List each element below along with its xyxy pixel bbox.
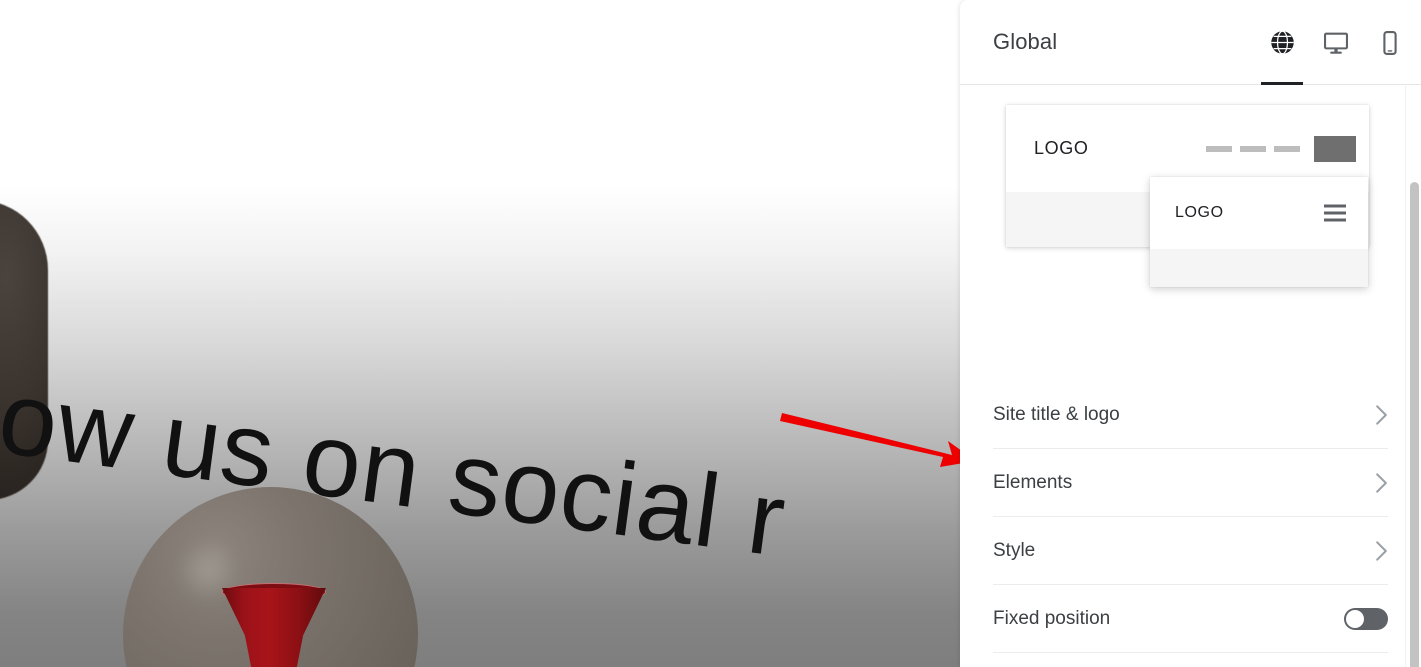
desktop-preview-logo: LOGO <box>1034 138 1089 158</box>
chevron-right-icon <box>1375 472 1388 494</box>
row-label: Fixed position <box>993 607 1111 629</box>
mobile-icon <box>1383 30 1397 55</box>
fixed-position-toggle[interactable] <box>1344 607 1388 630</box>
mobile-preview-bar: LOGO <box>1150 177 1368 249</box>
page-title: Global <box>993 29 1058 54</box>
row-label: Elements <box>993 471 1073 493</box>
mobile-preview-page <box>1150 249 1368 287</box>
row-label: Site title & logo <box>993 403 1120 425</box>
nav-dash-1 <box>1206 145 1232 152</box>
chevron-right-icon <box>1375 404 1388 426</box>
globe-icon <box>1270 30 1294 55</box>
nav-dash-2 <box>1240 145 1266 152</box>
panel-header: Global <box>960 0 1421 85</box>
hamburger-icon <box>1324 204 1346 222</box>
row-site-title-and-logo[interactable]: Site title & logo <box>993 380 1388 449</box>
chevron-right-icon <box>1375 540 1388 562</box>
panel-scrollbar-track[interactable] <box>1405 86 1421 667</box>
options-list: Site title & logo Elements Style Fixed p… <box>960 380 1421 653</box>
mobile-preview-logo: LOGO <box>1175 204 1224 221</box>
tab-mobile[interactable] <box>1363 0 1417 85</box>
desktop-preview-nav <box>1206 135 1356 162</box>
mobile-header-preview[interactable]: LOGO <box>1150 177 1368 287</box>
site-preview-canvas[interactable]: llow us on social r <box>0 0 960 667</box>
header-preview-stage[interactable]: LOGO LOGO <box>960 85 1421 380</box>
tab-desktop[interactable] <box>1309 0 1363 85</box>
nav-dash-3 <box>1274 145 1300 152</box>
tab-global[interactable] <box>1255 0 1309 85</box>
row-fixed-position[interactable]: Fixed position <box>993 585 1388 653</box>
panel-scrollbar-thumb[interactable] <box>1410 182 1419 667</box>
panel-body: LOGO LOGO Site title & logo Elements Sty… <box>960 85 1421 667</box>
row-elements[interactable]: Elements <box>993 449 1388 517</box>
device-tabs <box>1255 0 1417 85</box>
screen-root: llow us on social r Global LOGO LOGO Sit… <box>0 0 1421 667</box>
nav-button-placeholder <box>1314 135 1356 162</box>
desktop-icon <box>1323 32 1349 54</box>
row-label: Style <box>993 539 1036 561</box>
red-arrow-icon <box>780 413 960 467</box>
row-style[interactable]: Style <box>993 517 1388 585</box>
editor-panel: Global LOGO LOGO Site title & logo Eleme… <box>960 0 1421 667</box>
toggle-knob <box>1346 609 1364 628</box>
